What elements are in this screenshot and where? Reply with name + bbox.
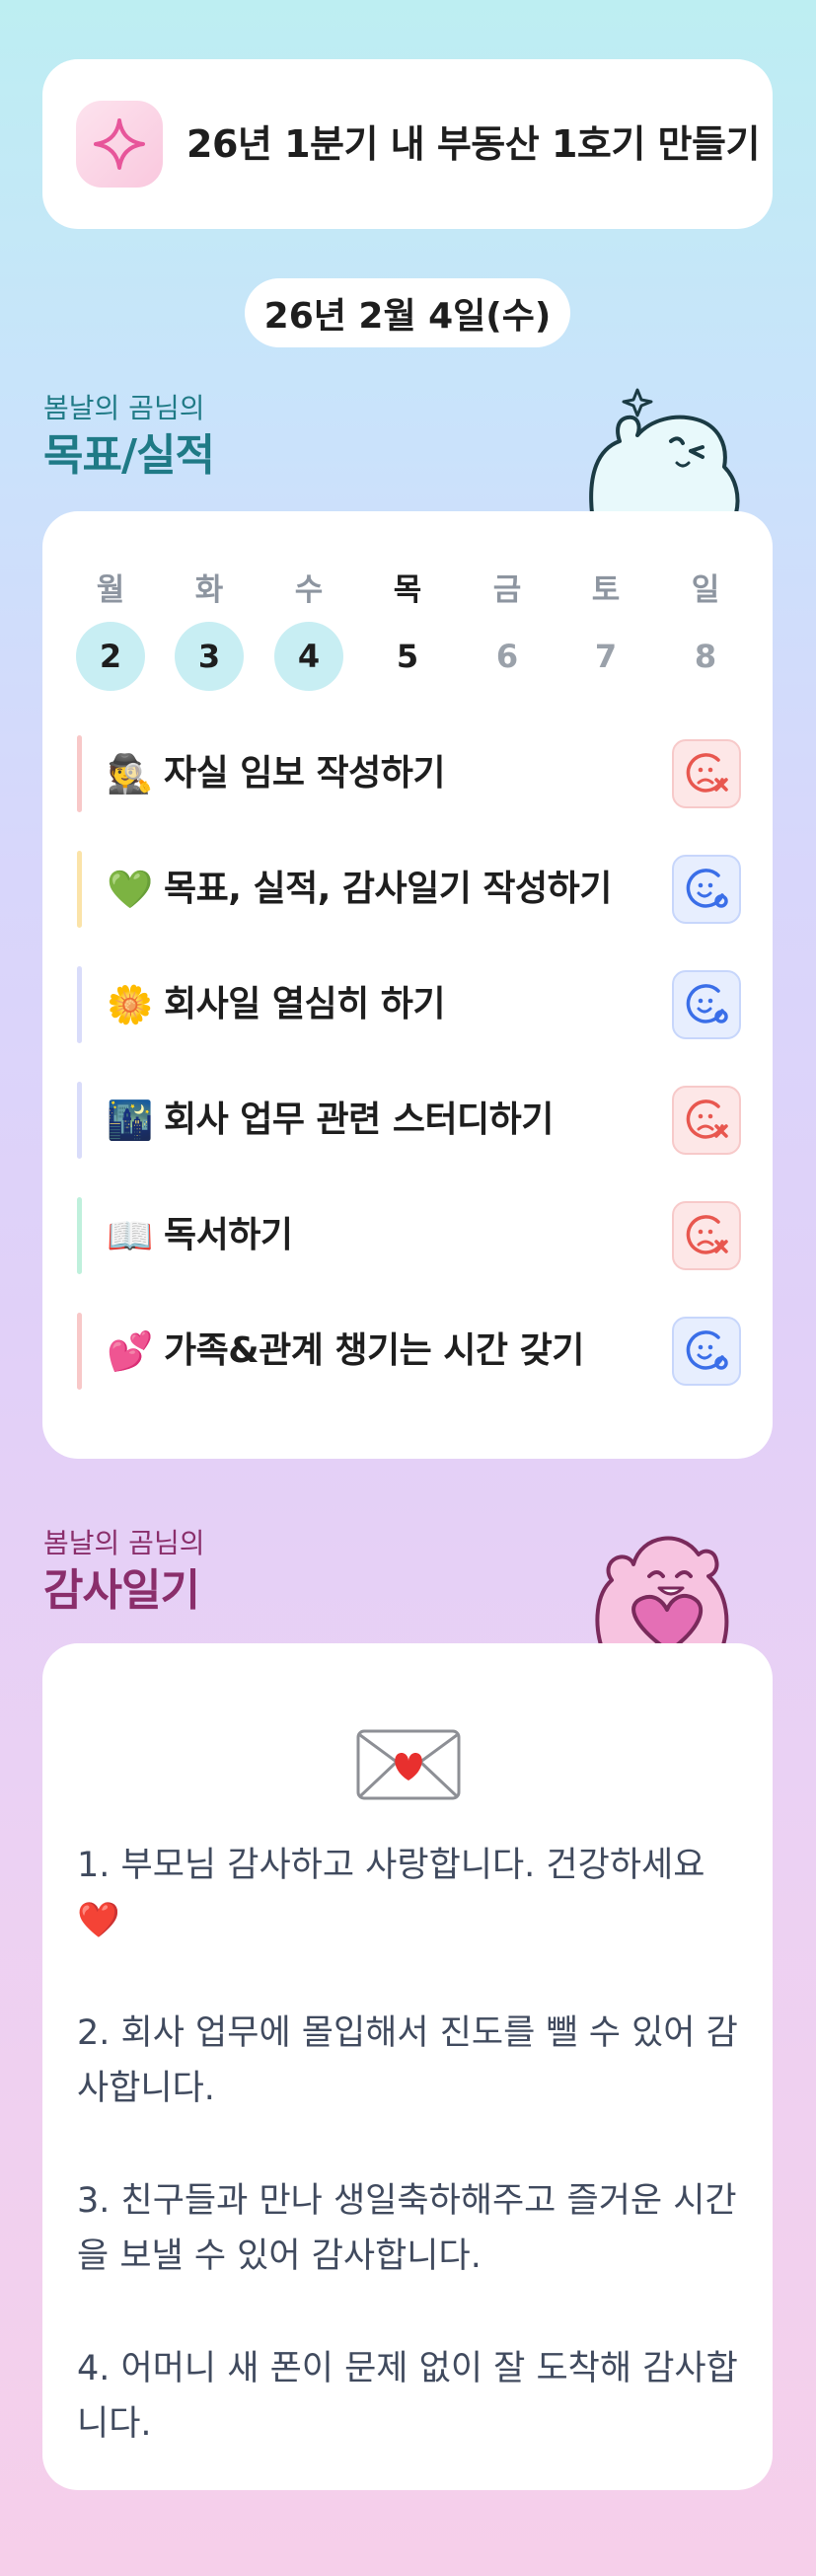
gratitude-section-title: 감사일기: [43, 1565, 200, 1616]
two-hearts-icon: 💕: [107, 1329, 154, 1373]
goals-section-title: 목표/실적: [43, 430, 215, 481]
task-label: 회사일 열심히 하기: [164, 984, 446, 1024]
gratitude-item: 2. 회사 업무에 몰입해서 진도를 뺄 수 있어 감사합니다.: [77, 2013, 738, 2108]
smile-face-check-icon[interactable]: [672, 970, 741, 1039]
date-cell[interactable]: 3: [175, 622, 244, 691]
gratitude-item: 4. 어머니 새 폰이 문제 없이 잘 도착해 감사합니다.: [77, 2349, 738, 2444]
bear-waving-mascot: [589, 388, 740, 513]
task-label: 가족&관계 챙기는 시간 갖기: [164, 1330, 584, 1371]
task-color-bar: [77, 851, 82, 928]
sad-face-x-icon[interactable]: [672, 1201, 741, 1270]
task-color-bar: [77, 966, 82, 1043]
task-row[interactable]: 🕵️ 자실 임보 작성하기: [77, 735, 758, 812]
task-row[interactable]: 🌃 회사 업무 관련 스터디하기: [77, 1082, 758, 1159]
task-color-bar: [77, 1313, 82, 1390]
open-book-icon: 📖: [107, 1214, 154, 1257]
weekday-sun: 일: [691, 572, 720, 608]
love-letter-icon: [356, 1729, 461, 1804]
task-row[interactable]: 💚 목표, 실적, 감사일기 작성하기: [77, 851, 758, 928]
date-cell-today[interactable]: 5: [373, 622, 442, 691]
weekday-wed: 수: [294, 572, 324, 608]
blossom-icon: 🌼: [107, 983, 154, 1026]
task-row[interactable]: 🌼 회사일 열심히 하기: [77, 966, 758, 1043]
date-cell[interactable]: 6: [473, 622, 542, 691]
sparkle-icon: [76, 101, 163, 188]
weekday-sat: 토: [591, 572, 621, 608]
date-label: 26년 2월 4일(수): [245, 278, 570, 347]
smile-face-check-icon[interactable]: [672, 855, 741, 924]
detective-icon: 🕵️: [107, 752, 154, 796]
goal-card: 26년 1분기 내 부동산 1호기 만들기: [42, 59, 773, 229]
task-row[interactable]: 💕 가족&관계 챙기는 시간 갖기: [77, 1313, 758, 1390]
date-cell[interactable]: 2: [76, 622, 145, 691]
date-cell[interactable]: 8: [671, 622, 740, 691]
date-cell[interactable]: 7: [571, 622, 640, 691]
weekday-fri: 금: [492, 572, 522, 608]
date-cell[interactable]: 4: [274, 622, 343, 691]
night-city-icon: 🌃: [107, 1099, 154, 1142]
task-color-bar: [77, 735, 82, 812]
smile-face-check-icon[interactable]: [672, 1317, 741, 1386]
task-color-bar: [77, 1197, 82, 1274]
weekday-mon: 월: [96, 572, 125, 608]
task-row[interactable]: 📖 독서하기: [77, 1197, 758, 1274]
task-label: 회사 업무 관련 스터디하기: [164, 1099, 554, 1140]
task-label: 독서하기: [164, 1215, 293, 1255]
weekday-tue: 화: [194, 572, 224, 608]
green-heart-icon: 💚: [107, 868, 154, 911]
task-label: 자실 임보 작성하기: [164, 753, 446, 794]
weekday-thu: 목: [393, 572, 422, 608]
task-label: 목표, 실적, 감사일기 작성하기: [164, 869, 612, 909]
goal-title: 26년 1분기 내 부동산 1호기 만들기: [186, 122, 760, 166]
gratitude-item: 1. 부모님 감사하고 사랑합니다. 건강하세요❤️: [77, 1846, 705, 1940]
bear-heart-mascot: [595, 1536, 729, 1648]
task-color-bar: [77, 1082, 82, 1159]
sad-face-x-icon[interactable]: [672, 739, 741, 808]
sad-face-x-icon[interactable]: [672, 1086, 741, 1155]
gratitude-item: 3. 친구들과 만나 생일축하해주고 즐거운 시간을 보낼 수 있어 감사합니다…: [77, 2181, 737, 2276]
